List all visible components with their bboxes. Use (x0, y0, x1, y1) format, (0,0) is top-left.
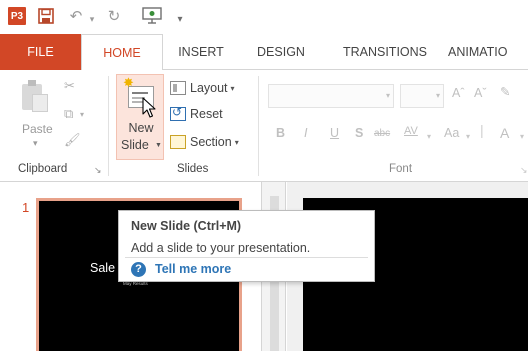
new-slide-tooltip: New Slide (Ctrl+M) Add a slide to your p… (118, 210, 375, 282)
group-divider (258, 76, 259, 176)
new-slide-dropdown-icon: ▼ (155, 142, 162, 149)
bold-button[interactable]: B (276, 126, 285, 140)
customize-qat-icon[interactable]: ▾ (174, 10, 186, 28)
section-button[interactable]: Section ▾ (170, 132, 239, 152)
paste-button[interactable]: Paste (22, 122, 53, 136)
group-divider (108, 76, 109, 176)
layout-dropdown-icon: ▾ (230, 83, 235, 93)
mouse-cursor-icon (142, 97, 156, 119)
new-slide-label-line2: Slide (121, 138, 149, 152)
layout-label: Layout (190, 81, 228, 95)
redo-icon[interactable]: ↻ (106, 7, 122, 25)
change-case-dropdown-icon[interactable]: ▾ (466, 132, 470, 141)
underline-button[interactable]: U (330, 126, 339, 140)
undo-icon[interactable]: ↶ (68, 7, 84, 25)
slides-group-label: Slides (177, 163, 209, 175)
section-icon (170, 135, 186, 149)
change-case-button[interactable]: Aa (444, 126, 459, 140)
tab-home[interactable]: HOME (81, 34, 163, 71)
tooltip-title: New Slide (Ctrl+M) (131, 219, 242, 233)
new-slide-label: New (128, 121, 154, 135)
shadow-button[interactable]: S (355, 126, 363, 140)
font-launcher-icon[interactable]: ↘ (520, 165, 528, 176)
font-color-dropdown-icon[interactable]: ▾ (520, 132, 524, 141)
strikethrough-button[interactable]: abc (374, 128, 390, 139)
reset-button[interactable]: Reset (170, 104, 223, 124)
tab-animations[interactable]: ANIMATIO (448, 34, 528, 70)
start-from-beginning-icon[interactable] (141, 7, 163, 25)
clipboard-group-label: Clipboard (18, 163, 68, 175)
separator-bar: | (480, 122, 484, 138)
character-spacing-dropdown-icon[interactable]: ▾ (427, 132, 431, 141)
font-color-button[interactable]: A (500, 125, 509, 141)
font-size-field[interactable]: ▾ (400, 84, 444, 108)
reset-label: Reset (190, 107, 223, 121)
italic-button[interactable]: I (304, 126, 307, 140)
reset-icon (170, 105, 186, 121)
help-icon[interactable]: ? (131, 262, 146, 277)
section-dropdown-icon: ▾ (234, 137, 239, 147)
tab-file[interactable]: FILE (0, 34, 81, 70)
ribbon-home: Paste ▾ ✂ ⧉ ▾ 🖌 Clipboard ↘ ✸ New Slide … (0, 70, 528, 182)
new-slide-button[interactable]: ✸ New Slide ▼ (116, 74, 164, 160)
font-size-dropdown-icon: ▾ (435, 91, 440, 100)
tab-design[interactable]: DESIGN (246, 34, 316, 70)
copy-icon[interactable]: ⧉ (64, 106, 73, 122)
format-painter-icon[interactable]: 🖌 (64, 132, 81, 148)
paste-icon[interactable] (20, 80, 50, 114)
paste-dropdown-icon[interactable]: ▾ (33, 138, 38, 149)
shrink-font-icon[interactable]: Aˇ (474, 86, 487, 100)
font-name-field[interactable]: ▾ (268, 84, 394, 108)
section-label: Section (190, 135, 232, 149)
save-icon[interactable] (38, 7, 54, 25)
cut-icon[interactable]: ✂ (64, 78, 75, 94)
clear-formatting-icon[interactable]: ✎ (500, 84, 510, 99)
layout-button[interactable]: Layout ▾ (170, 78, 235, 98)
ribbon-tabs: FILE HOME INSERT DESIGN TRANSITIONS ANIM… (0, 34, 528, 71)
tell-me-more-link[interactable]: Tell me more (155, 262, 231, 276)
font-group-label: Font (389, 163, 413, 175)
tab-transitions[interactable]: TRANSITIONS (326, 34, 444, 70)
clipboard-launcher-icon[interactable]: ↘ (94, 165, 102, 176)
tooltip-divider (125, 257, 368, 258)
thumbnail-title: Sale (90, 261, 116, 275)
tab-insert[interactable]: INSERT (166, 34, 236, 70)
grow-font-icon[interactable]: Aˆ (452, 86, 465, 100)
tooltip-description: Add a slide to your presentation. (131, 241, 311, 255)
quick-access-toolbar: P3 ↶ ▾ ↻ ▾ (0, 0, 528, 34)
layout-icon (170, 81, 186, 95)
font-name-dropdown-icon: ▾ (385, 91, 390, 100)
slide-number: 1 (22, 200, 30, 215)
powerpoint-logo-icon[interactable]: P3 (8, 7, 26, 25)
undo-dropdown-icon[interactable]: ▾ (88, 10, 96, 28)
copy-dropdown-icon[interactable]: ▾ (80, 110, 84, 119)
character-spacing-button[interactable]: AV (404, 125, 418, 137)
